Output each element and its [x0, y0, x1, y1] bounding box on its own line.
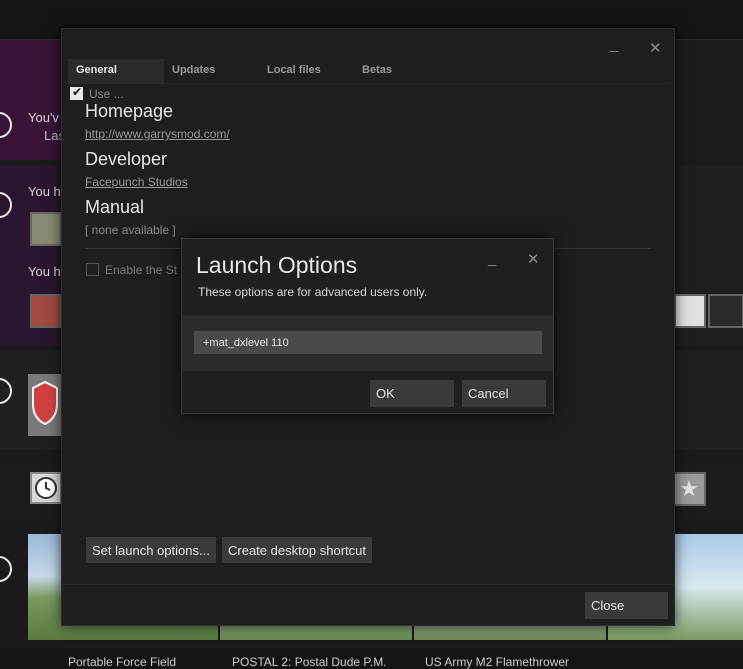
item-thumb-1[interactable]: [674, 294, 706, 328]
homepage-link[interactable]: http://www.garrysmod.com/: [85, 127, 230, 141]
launch-options-title: Launch Options: [196, 252, 358, 278]
developer-heading: Developer: [85, 149, 168, 169]
manual-heading: Manual: [85, 197, 145, 217]
tab-general[interactable]: General: [68, 59, 164, 83]
tab-rule: [68, 83, 671, 84]
close-icon[interactable]: ✕: [649, 41, 662, 56]
item-thumb-2[interactable]: [708, 294, 743, 328]
minimize-icon[interactable]: _: [610, 37, 618, 52]
activity-text-2a: You h: [28, 184, 61, 199]
ok-button[interactable]: OK: [370, 380, 454, 407]
modal-minimize-icon[interactable]: _: [488, 251, 496, 266]
create-desktop-shortcut-button[interactable]: Create desktop shortcut: [222, 537, 373, 563]
manual-value: [ none available ]: [85, 223, 176, 237]
launch-options-subtitle: These options are for advanced users onl…: [198, 285, 428, 299]
developer-link[interactable]: Facepunch Studios: [85, 175, 188, 189]
enable-label: Enable the St: [105, 263, 178, 277]
cancel-button[interactable]: Cancel: [462, 380, 546, 407]
avatar-thumb-2[interactable]: [30, 294, 62, 328]
close-button[interactable]: Close: [585, 592, 668, 619]
enable-checkbox-icon[interactable]: [86, 263, 99, 276]
activity-text-1a: You'v: [28, 110, 59, 125]
bottom-label-3[interactable]: US Army M2 Flamethrower: [425, 655, 569, 669]
use-label: Use ...: [89, 87, 124, 101]
star-icon: ★: [672, 472, 706, 506]
avatar-thumb-1[interactable]: [30, 212, 62, 246]
bottom-label-1[interactable]: Portable Force Field: [68, 655, 176, 669]
activity-text-2b: You h: [28, 264, 61, 279]
footer-divider: [62, 584, 674, 585]
set-launch-options-button[interactable]: Set launch options...: [86, 537, 216, 563]
clock-icon: [30, 472, 62, 504]
homepage-heading: Homepage: [85, 101, 174, 121]
tab-bar: General Updates Local files Betas: [68, 59, 449, 83]
launch-options-input[interactable]: [194, 331, 542, 354]
tab-local-files[interactable]: Local files: [259, 59, 354, 83]
bottom-label-2[interactable]: POSTAL 2: Postal Dude P.M.: [232, 655, 387, 669]
shield-icon: [28, 374, 62, 436]
tab-updates[interactable]: Updates: [164, 59, 259, 83]
launch-options-dialog: _ ✕ Launch Options These options are for…: [181, 238, 554, 414]
use-checkbox-icon[interactable]: [70, 85, 83, 100]
tab-betas[interactable]: Betas: [354, 59, 449, 83]
modal-close-icon[interactable]: ✕: [527, 252, 540, 267]
